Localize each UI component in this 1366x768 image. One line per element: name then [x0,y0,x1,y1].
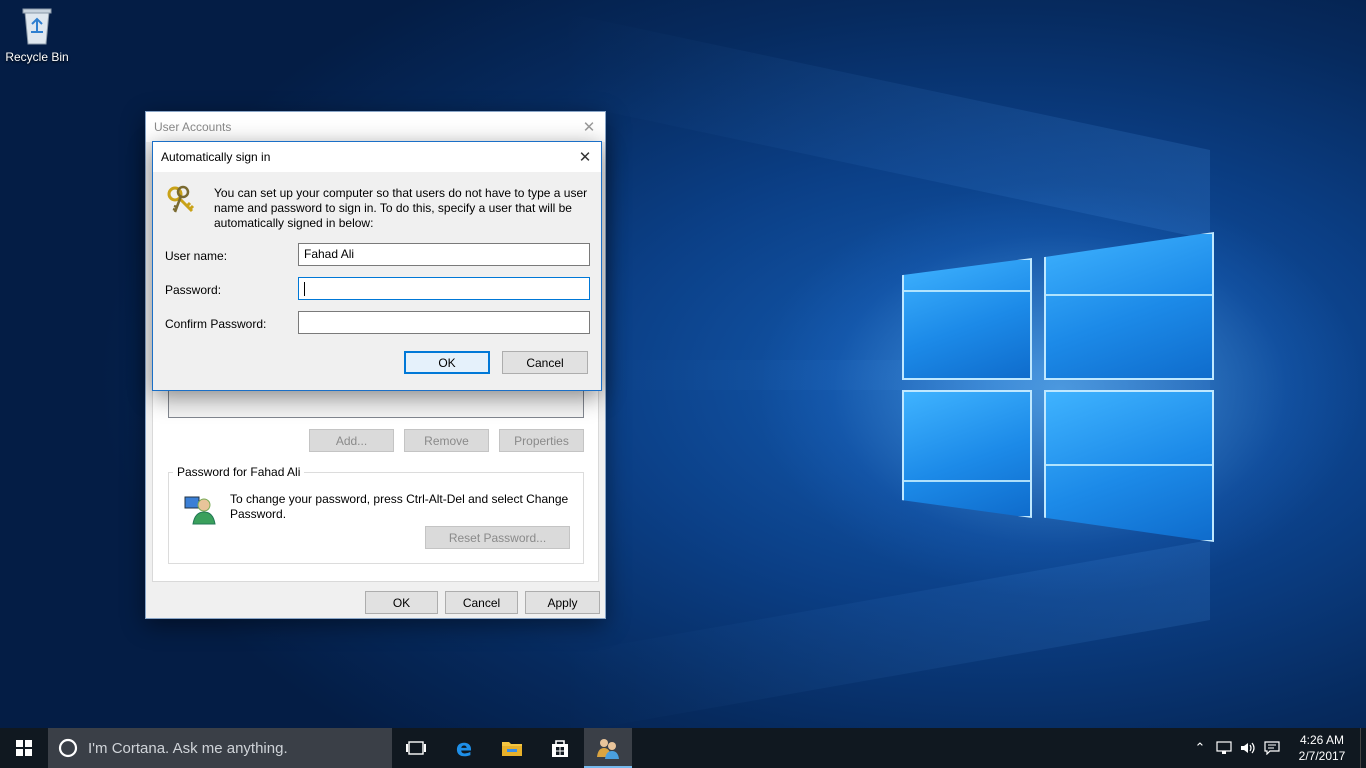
recycle-bin-icon [20,6,54,46]
close-button[interactable]: ✕ [573,112,605,142]
wallpaper-logo-pane [1044,232,1214,380]
network-icon [1216,741,1232,754]
remove-user-button[interactable]: Remove [404,429,489,452]
user-accounts-icon [597,739,619,759]
confirm-password-label: Confirm Password: [165,317,267,331]
notification-icon [1264,741,1280,755]
password-field[interactable] [298,277,590,300]
properties-button[interactable]: Properties [499,429,584,452]
username-label: User name: [165,249,228,263]
keys-icon [165,184,199,218]
wallpaper-logo-pane [902,258,1032,380]
edge-button[interactable]: e [440,728,488,768]
show-hidden-icons-button[interactable]: ⌃ [1188,728,1212,768]
cortana-icon [58,738,78,758]
action-center-button[interactable] [1260,728,1284,768]
auto-signin-titlebar[interactable]: Automatically sign in ✕ [153,142,601,172]
task-view-button[interactable] [392,728,440,768]
store-button[interactable] [536,728,584,768]
volume-button[interactable] [1236,728,1260,768]
clock-time: 4:26 AM [1299,733,1345,747]
apply-button[interactable]: Apply [525,591,600,614]
dialog-title: Automatically sign in [161,150,271,164]
cancel-button[interactable]: Cancel [502,351,588,374]
wallpaper-logo-pane [1044,390,1214,542]
reset-password-button[interactable]: Reset Password... [425,526,570,549]
clock[interactable]: 4:26 AM 2/7/2017 [1290,732,1354,764]
file-explorer-icon [502,742,522,756]
cortana-search-box[interactable]: I'm Cortana. Ask me anything. [48,728,392,768]
system-tray: ⌃ 4:26 AM 2/7/2017 [1188,728,1366,768]
password-group-legend: Password for Fahad Ali [173,465,305,479]
windows-logo-icon [16,740,32,756]
file-explorer-button[interactable] [488,728,536,768]
taskbar: I'm Cortana. Ask me anything. e ⌃ 4:26 A… [0,728,1366,768]
edge-icon: e [455,734,473,762]
ok-button[interactable]: OK [365,591,438,614]
ok-button[interactable]: OK [404,351,490,374]
user-avatar-icon [184,493,216,525]
close-button[interactable]: ✕ [569,142,601,172]
user-accounts-titlebar[interactable]: User Accounts ✕ [146,112,605,142]
network-button[interactable] [1212,728,1236,768]
close-icon: ✕ [582,119,596,136]
show-desktop-button[interactable] [1360,728,1366,768]
dialog-description: You can set up your computer so that use… [214,186,588,230]
window-title: User Accounts [154,120,232,134]
volume-icon [1241,742,1255,754]
wallpaper-beam [560,11,1210,240]
desktop-icon-label: Recycle Bin [5,50,69,64]
store-icon [552,740,568,757]
chevron-up-icon: ⌃ [1194,740,1206,755]
desktop-icon-recycle-bin[interactable]: Recycle Bin [4,6,70,64]
text-cursor [304,281,305,296]
close-icon: ✕ [578,149,592,166]
search-placeholder: I'm Cortana. Ask me anything. [88,739,288,757]
confirm-password-field[interactable] [298,311,590,334]
auto-signin-dialog[interactable]: Automatically sign in ✕ You can set up y… [152,141,602,391]
password-group-text: To change your password, press Ctrl-Alt-… [230,492,569,521]
wallpaper-logo-pane [902,390,1032,518]
username-field[interactable]: Fahad Ali [298,243,590,266]
add-user-button[interactable]: Add... [309,429,394,452]
cancel-button[interactable]: Cancel [445,591,518,614]
start-button[interactable] [0,728,48,768]
user-accounts-taskbar-button[interactable] [584,728,632,768]
wallpaper-beam [560,540,1210,728]
password-label: Password: [165,283,222,297]
clock-date: 2/7/2017 [1298,749,1346,763]
task-view-icon [406,741,426,755]
